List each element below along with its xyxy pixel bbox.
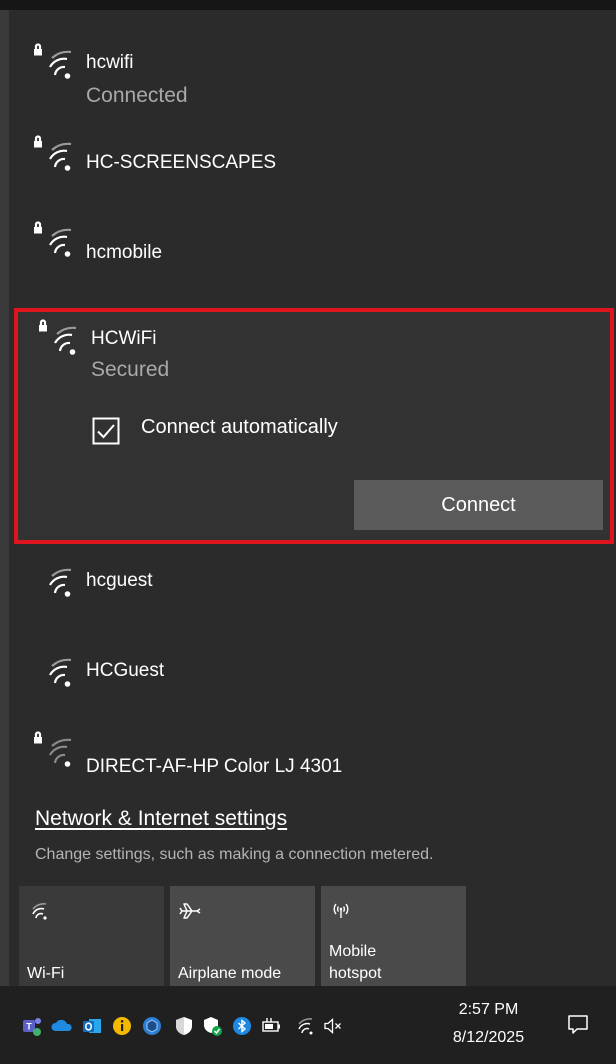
left-edge bbox=[0, 10, 9, 986]
top-edge bbox=[0, 0, 616, 10]
teams-icon[interactable]: T bbox=[21, 1015, 43, 1037]
network-internet-settings-link[interactable]: Network & Internet settings bbox=[35, 807, 287, 831]
wifi-secured-icon bbox=[34, 221, 72, 257]
network-item-hcguest[interactable]: hcguest bbox=[9, 560, 616, 616]
wifi-secured-weak-icon bbox=[34, 731, 72, 767]
quick-action-mobile-hotspot[interactable]: Mobile hotspot bbox=[321, 886, 466, 994]
network-item-hcmobile[interactable]: hcmobile bbox=[9, 220, 616, 276]
quick-action-airplane-mode[interactable]: Airplane mode bbox=[170, 886, 315, 994]
settings-description: Change settings, such as making a connec… bbox=[35, 846, 434, 863]
quick-action-label: Wi-Fi bbox=[27, 965, 65, 982]
connect-automatically-label: Connect automatically bbox=[141, 416, 338, 438]
network-item-hc-screenscapes[interactable]: HC-SCREENSCAPES bbox=[9, 134, 616, 190]
svg-text:T: T bbox=[26, 1022, 32, 1032]
security-shield-icon[interactable] bbox=[201, 1015, 223, 1037]
taskbar: T 2:57 PM 8/12/2025 bbox=[0, 986, 616, 1064]
hotspot-icon bbox=[333, 903, 349, 918]
wifi-icon bbox=[49, 658, 72, 687]
wifi-secured-icon bbox=[39, 319, 77, 355]
wifi-secured-icon bbox=[34, 135, 72, 171]
quick-action-label-line2: hotspot bbox=[329, 965, 382, 982]
app-icon[interactable] bbox=[141, 1015, 163, 1037]
network-name: hcwifi bbox=[86, 52, 134, 73]
network-name: DIRECT-AF-HP Color LJ 4301 bbox=[86, 756, 343, 777]
connect-automatically-checkbox[interactable] bbox=[92, 417, 120, 445]
network-name: hcguest bbox=[86, 570, 153, 591]
network-status: Secured bbox=[91, 358, 170, 381]
outlook-icon[interactable] bbox=[81, 1015, 103, 1037]
clock-date: 8/12/2025 bbox=[452, 1029, 525, 1046]
network-item-hcwifi[interactable]: hcwifi Connected bbox=[9, 42, 616, 122]
network-name: HCGuest bbox=[86, 660, 165, 681]
volume-muted-icon[interactable] bbox=[322, 1015, 344, 1037]
taskbar-clock[interactable]: 2:57 PM 8/12/2025 bbox=[441, 996, 536, 1052]
clock-time: 2:57 PM bbox=[458, 1001, 519, 1018]
network-item-hcwifi-expanded[interactable]: HCWiFi Secured Connect automatically Con… bbox=[14, 308, 614, 544]
airplane-icon bbox=[179, 903, 201, 919]
wifi-icon bbox=[32, 903, 47, 920]
network-name: HC-SCREENSCAPES bbox=[86, 152, 277, 173]
network-item-direct-hp[interactable]: DIRECT-AF-HP Color LJ 4301 bbox=[9, 730, 616, 786]
info-icon[interactable] bbox=[111, 1015, 133, 1037]
action-center-icon[interactable] bbox=[566, 1012, 590, 1036]
onedrive-icon[interactable] bbox=[51, 1015, 73, 1037]
wifi-icon[interactable] bbox=[294, 1015, 316, 1037]
network-flyout: hcwifi Connected HC-SCREENSCAPES hcmobil… bbox=[9, 10, 616, 994]
defender-icon[interactable] bbox=[173, 1015, 195, 1037]
wifi-icon bbox=[49, 568, 72, 597]
quick-action-label: Mobile hotspot bbox=[329, 941, 381, 985]
quick-action-wifi[interactable]: Wi-Fi bbox=[19, 886, 164, 994]
bluetooth-icon[interactable] bbox=[231, 1015, 253, 1037]
power-battery-icon[interactable] bbox=[261, 1015, 283, 1037]
quick-action-label: Airplane mode bbox=[178, 965, 282, 982]
network-status: Connected bbox=[86, 84, 188, 107]
quick-action-label-line1: Mobile bbox=[329, 943, 377, 960]
network-name: hcmobile bbox=[86, 242, 163, 263]
connect-button[interactable]: Connect bbox=[354, 480, 603, 530]
network-name: HCWiFi bbox=[91, 328, 157, 349]
wifi-secured-icon bbox=[34, 43, 72, 79]
network-item-hcguest-2[interactable]: HCGuest bbox=[9, 650, 616, 706]
